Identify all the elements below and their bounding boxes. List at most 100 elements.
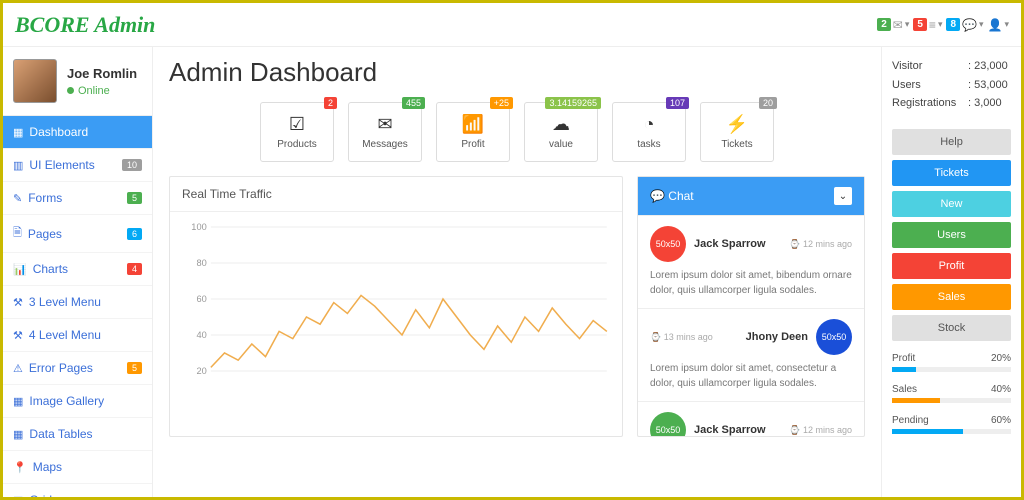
nav-icon: ⚒ <box>13 329 23 342</box>
sidebar-item-ui-elements[interactable]: ▥UI Elements10 <box>3 149 152 182</box>
chat-text: Lorem ipsum dolor sit amet, consectetur … <box>650 361 852 391</box>
progress-label: Pending <box>892 415 929 426</box>
sidebar-item-forms[interactable]: ✎Forms5 <box>3 182 152 215</box>
stat-row: Users: 53,000 <box>892 76 1011 95</box>
sidebar-item-grid[interactable]: ▦Grid <box>3 484 152 497</box>
sales-button[interactable]: Sales <box>892 284 1011 310</box>
tile-badge: 107 <box>666 97 689 109</box>
tile-value[interactable]: 3.14159265☁value <box>524 102 598 162</box>
topbar-item[interactable]: 2✉▾ <box>877 18 909 32</box>
progress-pct: 60% <box>991 415 1011 426</box>
nav-badge: 4 <box>127 263 142 275</box>
svg-text:60: 60 <box>196 294 206 304</box>
sidebar-item-image-gallery[interactable]: ▦Image Gallery <box>3 385 152 418</box>
brand: BCORE Admin <box>15 12 155 38</box>
progress-label: Sales <box>892 384 917 395</box>
sidebar-item-pages[interactable]: 🗎Pages6 <box>3 215 152 253</box>
topbar-item[interactable]: 8💬▾ <box>946 18 983 32</box>
chat-message: 50x50Jhony Deen⌚ 13 mins agoLorem ipsum … <box>638 309 864 402</box>
chat-collapse[interactable]: ⌄ <box>834 187 852 205</box>
progress-profit: Profit 20% <box>892 353 1011 372</box>
stock-button[interactable]: Stock <box>892 315 1011 341</box>
chevron-down-icon: ▾ <box>1004 19 1009 30</box>
stats: Visitor: 23,000Users: 53,000Registration… <box>892 57 1011 113</box>
progress-pending: Pending 60% <box>892 415 1011 434</box>
main: Admin Dashboard 2☑Products455✉Messages +2… <box>153 47 881 497</box>
sidebar-item-error-pages[interactable]: ⚠Error Pages5 <box>3 352 152 385</box>
tile-tasks[interactable]: 107◔tasks <box>612 102 686 162</box>
tile-icon: ◔ <box>644 114 655 135</box>
tile-icon: 📶 <box>462 114 484 135</box>
progress-list: Profit20%Sales40%Pending60% <box>892 353 1011 434</box>
sidebar-item-3-level-menu[interactable]: ⚒ 3 Level Menu <box>3 286 152 319</box>
nav-label: UI Elements <box>29 158 94 172</box>
topbar-user[interactable]: 👤▾ <box>988 18 1009 32</box>
sidebar-item-dashboard[interactable]: ▦ Dashboard <box>3 116 152 149</box>
progress-pct: 20% <box>991 353 1011 364</box>
nav-label: Error Pages <box>29 361 93 375</box>
layout: Joe Romlin Online ▦Dashboard▥UI Elements… <box>3 47 1021 497</box>
right-buttons: Help Tickets New Users Profit Sales Stock <box>892 129 1011 341</box>
topbar-item[interactable]: 5≡▾ <box>913 18 942 32</box>
profile-status: Online <box>67 85 137 97</box>
nav-badge: 10 <box>122 159 142 171</box>
nav-label: Dashboard <box>29 125 88 139</box>
tile-label: value <box>549 139 573 150</box>
stat-label: Registrations <box>892 94 968 113</box>
tile-icon: ⚡ <box>726 114 748 135</box>
sidebar-item-charts[interactable]: 📊Charts4 <box>3 253 152 286</box>
tile-messages[interactable]: 455✉Messages <box>348 102 422 162</box>
stat-row: Visitor: 23,000 <box>892 57 1011 76</box>
topbar-badge: 2 <box>877 18 891 31</box>
chat-message: 50x50Jack Sparrow⌚ 12 mins agoLorem ipsu… <box>638 216 864 309</box>
nav-badge: 6 <box>127 228 142 240</box>
tile-label: Tickets <box>721 139 752 150</box>
sidebar-item-4-level-menu[interactable]: ⚒4 Level Menu <box>3 319 152 352</box>
chat-user: Jack Sparrow <box>694 424 766 436</box>
nav-icon: ⚒ <box>13 296 23 309</box>
tile-label: Profit <box>461 139 484 150</box>
tile-tickets[interactable]: 20⚡Tickets <box>700 102 774 162</box>
tile-badge: 3.14159265 <box>545 97 601 109</box>
nav-label: Charts <box>33 262 68 276</box>
topbar: BCORE Admin 2✉▾ 5≡▾ 8💬▾ 👤▾ <box>3 3 1021 47</box>
users-button[interactable]: Users <box>892 222 1011 248</box>
nav-icon: ▦ <box>13 395 23 408</box>
nav-label: Data Tables <box>29 427 92 441</box>
tile-profit[interactable]: +25📶Profit <box>436 102 510 162</box>
tile-label: Messages <box>362 139 408 150</box>
nav-label: Grid <box>29 493 52 497</box>
tile-badge: 455 <box>402 97 425 109</box>
sidebar-item-maps[interactable]: 📍 Maps <box>3 451 152 484</box>
chat-avatar: 50x50 <box>650 226 686 262</box>
progress-label: Profit <box>892 353 915 364</box>
sidebar-item-data-tables[interactable]: ▦Data Tables <box>3 418 152 451</box>
help-button[interactable]: Help <box>892 129 1011 155</box>
nav-label: Pages <box>28 227 62 241</box>
nav-icon: ⚠ <box>13 362 23 375</box>
chevron-down-icon: ▾ <box>905 19 910 30</box>
chat-body: 50x50 Jack Sparrow ⌚ 12 mins ago Lorem ipsu… <box>638 216 864 436</box>
topbar-badge: 8 <box>946 18 960 31</box>
svg-text:80: 80 <box>196 258 206 268</box>
chevron-down-icon: ▾ <box>938 19 943 30</box>
nav-label: Maps <box>33 460 62 474</box>
profit-button[interactable]: Profit <box>892 253 1011 279</box>
chat-header: 💬 Chat ⌄ <box>638 177 864 216</box>
chat-avatar: 50x50 <box>816 319 852 355</box>
page-title: Admin Dashboard <box>169 57 865 88</box>
nav-icon: 📍 <box>13 461 27 474</box>
tile-products[interactable]: 2☑Products <box>260 102 334 162</box>
tile-badge: +25 <box>490 97 513 109</box>
avatar <box>13 59 57 103</box>
chat-time: ⌚ 12 mins ago <box>789 239 852 250</box>
nav-label: Forms <box>28 191 62 205</box>
new-button[interactable]: New <box>892 191 1011 217</box>
topbar-right: 2✉▾ 5≡▾ 8💬▾ 👤▾ <box>877 18 1009 32</box>
tickets-button[interactable]: Tickets <box>892 160 1011 186</box>
topbar-badge: 5 <box>913 18 927 31</box>
nav-label: 3 Level Menu <box>29 295 101 309</box>
nav-icon: ▦ <box>13 126 23 139</box>
svg-text:20: 20 <box>196 366 206 376</box>
traffic-panel: Real Time Traffic 20406080100 <box>169 176 623 437</box>
